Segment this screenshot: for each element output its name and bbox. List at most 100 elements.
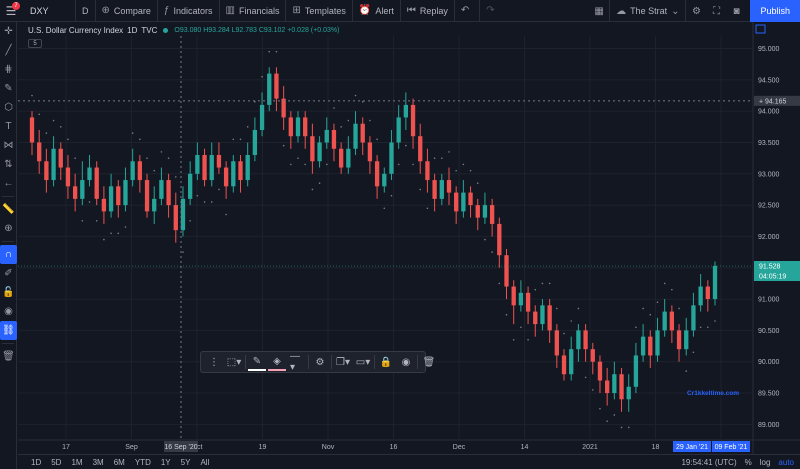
- crosshair-tool[interactable]: ✛: [0, 22, 17, 41]
- sar-dot: [304, 163, 307, 166]
- settings-icon[interactable]: ⚙: [311, 353, 329, 371]
- prediction-icon: ⇅: [4, 159, 13, 170]
- range-button-all[interactable]: All: [195, 458, 214, 467]
- sar-dot: [635, 326, 637, 329]
- interval-button[interactable]: D: [76, 0, 96, 22]
- chart-pane[interactable]: 95.000 94.500 94.000 93.500 93.000 92.500 92.0…: [18, 22, 800, 454]
- log-scale-toggle[interactable]: log: [760, 458, 771, 467]
- copy-icon[interactable]: ▭▾: [354, 353, 372, 371]
- candle-body: [374, 161, 380, 187]
- auto-scale-toggle[interactable]: auto: [778, 458, 794, 467]
- brush-tool[interactable]: ✎: [0, 79, 17, 98]
- lock-icon[interactable]: 🔒: [377, 353, 395, 371]
- range-button-5y[interactable]: 5Y: [176, 458, 196, 467]
- candle-body: [231, 161, 236, 187]
- shape-icon: ⬡: [4, 102, 13, 113]
- hide-drawings-tool[interactable]: ◉: [0, 302, 17, 321]
- eye-icon[interactable]: ◉: [397, 353, 415, 371]
- pattern-tool[interactable]: ⋈: [0, 136, 17, 155]
- clone-icon[interactable]: ❐▾: [334, 353, 352, 371]
- range-button-5d[interactable]: 5D: [46, 458, 66, 467]
- compare-button[interactable]: ⊕ Compare: [96, 0, 158, 22]
- layout-name-label: The Strat: [630, 6, 668, 16]
- trash-icon[interactable]: 🗑: [420, 353, 438, 371]
- y-tick-label: 89.500: [758, 391, 780, 398]
- price-chart[interactable]: 95.000 94.500 94.000 93.500 93.000 92.500 92.0…: [18, 22, 800, 454]
- y-tick-label: 90.500: [758, 328, 780, 335]
- range-button-1m[interactable]: 1M: [66, 458, 87, 467]
- clock-time[interactable]: 19:54:41 (UTC): [681, 458, 736, 467]
- sync-drawings-tool[interactable]: ⛓: [0, 321, 17, 340]
- sar-dot: [376, 138, 378, 141]
- cloud-icon: ☁: [616, 5, 627, 17]
- range-button-1y[interactable]: 1Y: [156, 458, 176, 467]
- magnet-tool[interactable]: ∩: [0, 245, 17, 264]
- settings-button[interactable]: ⚙: [686, 0, 706, 22]
- candle-body: [195, 155, 200, 174]
- percent-scale-toggle[interactable]: %: [745, 458, 752, 467]
- snapshot-button[interactable]: ◙: [726, 0, 746, 22]
- ohlc-values: O93.080 H93.284 L92.783 C93.102 +0.028 (…: [174, 27, 340, 34]
- sar-dot: [383, 207, 386, 210]
- redo-button[interactable]: ↷: [480, 0, 504, 22]
- bottom-right-controls: 19:54:41 (UTC) % log auto: [681, 455, 794, 469]
- layout-select-button[interactable]: ▦: [589, 0, 609, 22]
- indicators-button[interactable]: ƒ Indicators: [158, 0, 220, 22]
- y-tick-label: 95.000: [758, 46, 780, 53]
- range-button-3m[interactable]: 3M: [88, 458, 109, 467]
- candle-body: [303, 117, 308, 137]
- trendline-icon: ╱: [5, 45, 12, 56]
- candle-body: [648, 336, 653, 356]
- pencil-icon[interactable]: ✎: [248, 353, 266, 371]
- sar-dot: [563, 332, 565, 335]
- templates-button[interactable]: ⊞ Templates: [286, 0, 353, 22]
- layout-icon[interactable]: ⬚▾: [225, 353, 243, 371]
- drag-handle-icon[interactable]: ⋮: [205, 353, 223, 371]
- range-button-ytd[interactable]: YTD: [130, 458, 156, 467]
- lock-drawings-tool[interactable]: 🔓: [0, 283, 17, 302]
- trendline-tool[interactable]: ╱: [0, 41, 17, 60]
- alert-button[interactable]: ⏰ Alert: [353, 0, 401, 22]
- candle-body: [583, 330, 588, 350]
- series-interval: 1D: [127, 26, 138, 35]
- shapes-tool[interactable]: ⬡: [0, 98, 17, 117]
- ruler-icon: 📏: [2, 204, 15, 215]
- indicators-collapse-button[interactable]: 5: [28, 39, 42, 48]
- sar-dot: [419, 188, 422, 191]
- fib-tool[interactable]: ⋕: [0, 60, 17, 79]
- crosshair-icon: ✛: [4, 26, 13, 37]
- candle-body: [633, 355, 639, 387]
- range-button-1d[interactable]: 1D: [26, 458, 46, 467]
- stay-drawing-tool[interactable]: ✐: [0, 264, 17, 283]
- candle-body: [180, 198, 186, 231]
- range-button-6m[interactable]: 6M: [109, 458, 130, 467]
- sar-dot: [218, 188, 220, 191]
- remove-drawings-tool[interactable]: 🗑: [0, 347, 17, 366]
- fullscreen-button[interactable]: ⛶: [706, 0, 726, 22]
- sar-dot: [527, 338, 529, 341]
- symbol-search-button[interactable]: DXY: [22, 0, 76, 22]
- line-style-icon[interactable]: —▾: [288, 351, 306, 373]
- financials-button[interactable]: ▥ Financials: [220, 0, 287, 22]
- sar-dot: [570, 320, 573, 322]
- sar-dot: [520, 326, 522, 329]
- candle-body: [446, 180, 452, 193]
- layout-name-button[interactable]: ☁ The Strat ⌄: [609, 0, 687, 22]
- main-menu-button[interactable]: ☰ 7: [0, 0, 22, 22]
- symbol-label: DXY: [30, 5, 49, 16]
- candle-body: [561, 355, 567, 375]
- ruler-tool[interactable]: 📏: [0, 200, 17, 219]
- prediction-tool[interactable]: ⇅: [0, 155, 17, 174]
- fill-icon[interactable]: ◈: [268, 353, 286, 371]
- sar-dot: [714, 320, 716, 322]
- sar-dot: [397, 163, 400, 166]
- undo-button[interactable]: ↶: [455, 0, 481, 22]
- replay-button[interactable]: ⏮ Replay: [401, 0, 455, 22]
- redo-icon: ↷: [486, 5, 495, 16]
- candle-body: [669, 311, 675, 331]
- publish-button[interactable]: Publish: [750, 0, 800, 22]
- back-arrow-tool[interactable]: ←: [0, 174, 17, 193]
- candle-body: [238, 161, 243, 181]
- zoom-tool[interactable]: ⊕: [0, 219, 17, 238]
- text-tool[interactable]: T: [0, 117, 17, 136]
